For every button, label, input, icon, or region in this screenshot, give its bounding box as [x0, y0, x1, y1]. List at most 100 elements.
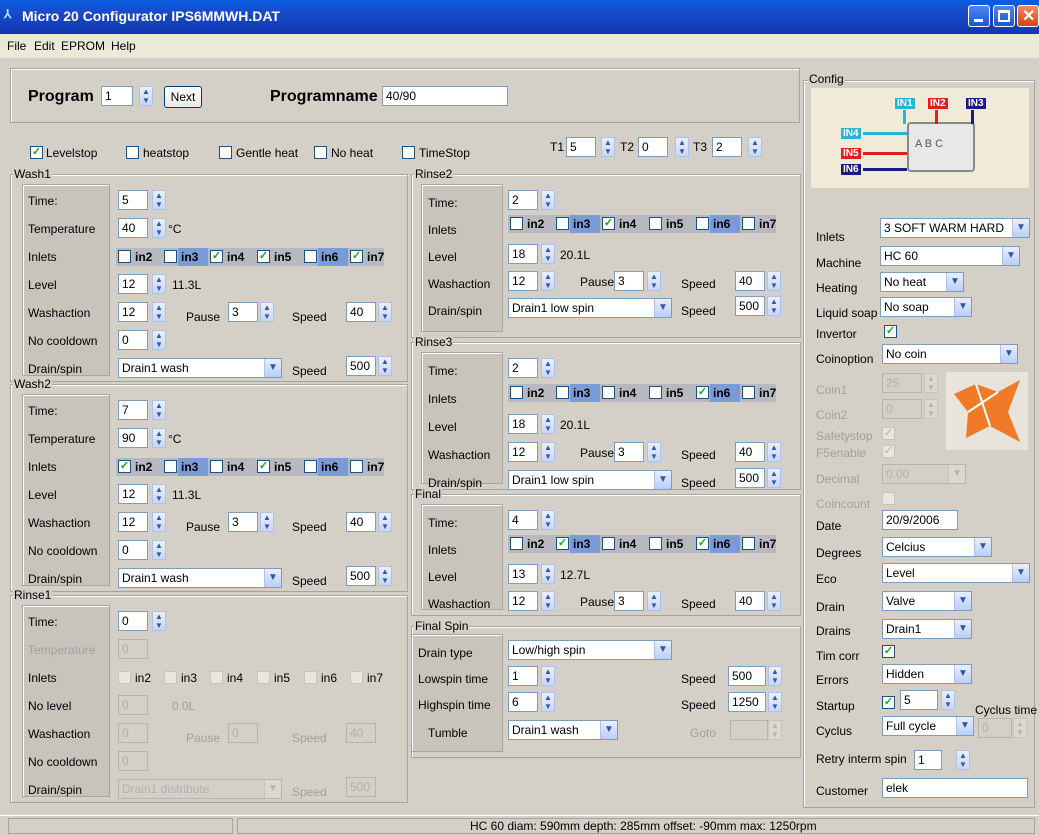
t1-input[interactable]: 5: [566, 137, 596, 157]
wash1-drainspeed-input[interactable]: 500: [346, 356, 376, 376]
tim-corr-checkbox[interactable]: ✓: [882, 645, 895, 658]
rinse2-speed-input[interactable]: 40: [735, 271, 765, 291]
degrees-select[interactable]: Celcius ▼: [882, 537, 992, 557]
final-pause-spinner[interactable]: ▲ ▼: [647, 591, 661, 611]
highspin-speed-spinner[interactable]: ▲ ▼: [768, 692, 782, 712]
wash2-level-spinner[interactable]: ▲ ▼: [152, 484, 166, 504]
timestop-checkbox[interactable]: [402, 146, 415, 159]
tumble-select[interactable]: Drain1 wash ▼: [508, 720, 618, 740]
final-in4-checkbox[interactable]: [602, 537, 615, 550]
wash1-level-spinner[interactable]: ▲ ▼: [152, 274, 166, 294]
wash2-washaction-input[interactable]: 12: [118, 512, 148, 532]
rinse3-in6-checkbox[interactable]: ✓: [696, 386, 709, 399]
wash1-temperature-input[interactable]: 40: [118, 218, 148, 238]
rinse2-drainspeed-input[interactable]: 500: [735, 296, 765, 316]
t2-spinner[interactable]: ▲ ▼: [675, 137, 689, 157]
rinse3-in5-checkbox[interactable]: [649, 386, 662, 399]
wash1-time-spinner[interactable]: ▲ ▼: [152, 190, 166, 210]
wash1-speed-input[interactable]: 40: [346, 302, 376, 322]
date-input[interactable]: 20/9/2006: [882, 510, 958, 530]
menu-eprom[interactable]: EPROM: [61, 39, 105, 53]
rinse2-washaction-input[interactable]: 12: [508, 271, 538, 291]
wash1-temperature-spinner[interactable]: ▲ ▼: [152, 218, 166, 238]
final-speed-spinner[interactable]: ▲ ▼: [767, 591, 781, 611]
final-in2-checkbox[interactable]: [510, 537, 523, 550]
coinoption-select[interactable]: No coin ▼: [882, 344, 1018, 364]
heatstop-checkbox[interactable]: [126, 146, 139, 159]
customer-input[interactable]: elek: [882, 778, 1028, 798]
wash2-in2-checkbox[interactable]: ✓: [118, 460, 131, 473]
wash1-in4-checkbox[interactable]: ✓: [210, 250, 223, 263]
rinse3-time-input[interactable]: 2: [508, 358, 538, 378]
invertor-checkbox[interactable]: ✓: [884, 325, 897, 338]
drain-select[interactable]: Valve ▼: [882, 591, 972, 611]
rinse3-in2-checkbox[interactable]: [510, 386, 523, 399]
levelstop-checkbox[interactable]: ✓: [30, 146, 43, 159]
wash1-level-input[interactable]: 12: [118, 274, 148, 294]
final-in3-checkbox[interactable]: ✓: [556, 537, 569, 550]
rinse3-in3-checkbox[interactable]: [556, 386, 569, 399]
rinse2-drainspeed-spinner[interactable]: ▲ ▼: [767, 296, 781, 316]
rinse1-time-input[interactable]: 0: [118, 611, 148, 631]
t1-spinner[interactable]: ▲ ▼: [601, 137, 615, 157]
inlets-select[interactable]: 3 SOFT WARM HARD ▼: [880, 218, 1030, 238]
rinse2-in4-checkbox[interactable]: ✓: [602, 217, 615, 230]
final-level-spinner[interactable]: ▲ ▼: [541, 564, 555, 584]
final-in7-checkbox[interactable]: [742, 537, 755, 550]
rinse3-drainspeed-input[interactable]: 500: [735, 468, 765, 488]
t2-input[interactable]: 0: [638, 137, 668, 157]
rinse3-drain-select[interactable]: Drain1 low spin ▼: [508, 470, 672, 490]
no-heat-checkbox[interactable]: [314, 146, 327, 159]
rinse2-speed-spinner[interactable]: ▲ ▼: [767, 271, 781, 291]
wash2-in7-checkbox[interactable]: [350, 460, 363, 473]
final-washaction-spinner[interactable]: ▲ ▼: [541, 591, 555, 611]
wash1-in2-checkbox[interactable]: [118, 250, 131, 263]
maximize-button[interactable]: [993, 5, 1015, 27]
rinse2-time-input[interactable]: 2: [508, 190, 538, 210]
gentle-heat-checkbox[interactable]: [219, 146, 232, 159]
program-spinner[interactable]: ▲ ▼: [139, 86, 153, 106]
drains-select[interactable]: Drain1 ▼: [882, 619, 972, 639]
lowspin-speed-input[interactable]: 500: [728, 666, 766, 686]
wash2-pause-spinner[interactable]: ▲ ▼: [260, 512, 274, 532]
lowspin-time-spinner[interactable]: ▲ ▼: [541, 666, 555, 686]
wash1-in3-checkbox[interactable]: [164, 250, 177, 263]
final-in5-checkbox[interactable]: [649, 537, 662, 550]
wash1-nocooldown-input[interactable]: 0: [118, 330, 148, 350]
wash2-speed-input[interactable]: 40: [346, 512, 376, 532]
startup-checkbox[interactable]: ✓: [882, 696, 895, 709]
wash1-pause-input[interactable]: 3: [228, 302, 258, 322]
minimize-button[interactable]: [968, 5, 990, 27]
wash1-pause-spinner[interactable]: ▲ ▼: [260, 302, 274, 322]
wash1-washaction-input[interactable]: 12: [118, 302, 148, 322]
rinse2-drain-select[interactable]: Drain1 low spin ▼: [508, 298, 672, 318]
final-washaction-input[interactable]: 12: [508, 591, 538, 611]
rinse2-time-spinner[interactable]: ▲ ▼: [541, 190, 555, 210]
rinse3-washaction-input[interactable]: 12: [508, 442, 538, 462]
lowspin-time-input[interactable]: 1: [508, 666, 538, 686]
rinse3-speed-spinner[interactable]: ▲ ▼: [767, 442, 781, 462]
wash2-in5-checkbox[interactable]: ✓: [257, 460, 270, 473]
highspin-time-spinner[interactable]: ▲ ▼: [541, 692, 555, 712]
wash2-drain-select[interactable]: Drain1 wash ▼: [118, 568, 282, 588]
rinse2-pause-input[interactable]: 3: [614, 271, 644, 291]
wash1-in6-checkbox[interactable]: [304, 250, 317, 263]
wash1-drainspeed-spinner[interactable]: ▲ ▼: [378, 356, 392, 376]
liquid-soap-select[interactable]: No soap ▼: [880, 297, 972, 317]
rinse2-in2-checkbox[interactable]: [510, 217, 523, 230]
errors-select[interactable]: Hidden ▼: [882, 664, 972, 684]
drain-type-select[interactable]: Low/high spin ▼: [508, 640, 672, 660]
wash2-time-input[interactable]: 7: [118, 400, 148, 420]
rinse2-level-spinner[interactable]: ▲ ▼: [541, 244, 555, 264]
heating-select[interactable]: No heat ▼: [880, 272, 964, 292]
rinse2-in3-checkbox[interactable]: [556, 217, 569, 230]
wash2-in6-checkbox[interactable]: [304, 460, 317, 473]
wash2-speed-spinner[interactable]: ▲ ▼: [378, 512, 392, 532]
rinse3-drainspeed-spinner[interactable]: ▲ ▼: [767, 468, 781, 488]
final-level-input[interactable]: 13: [508, 564, 538, 584]
final-time-spinner[interactable]: ▲ ▼: [541, 510, 555, 530]
rinse3-level-input[interactable]: 18: [508, 414, 538, 434]
rinse3-pause-input[interactable]: 3: [614, 442, 644, 462]
wash2-in3-checkbox[interactable]: [164, 460, 177, 473]
rinse1-time-spinner[interactable]: ▲ ▼: [152, 611, 166, 631]
